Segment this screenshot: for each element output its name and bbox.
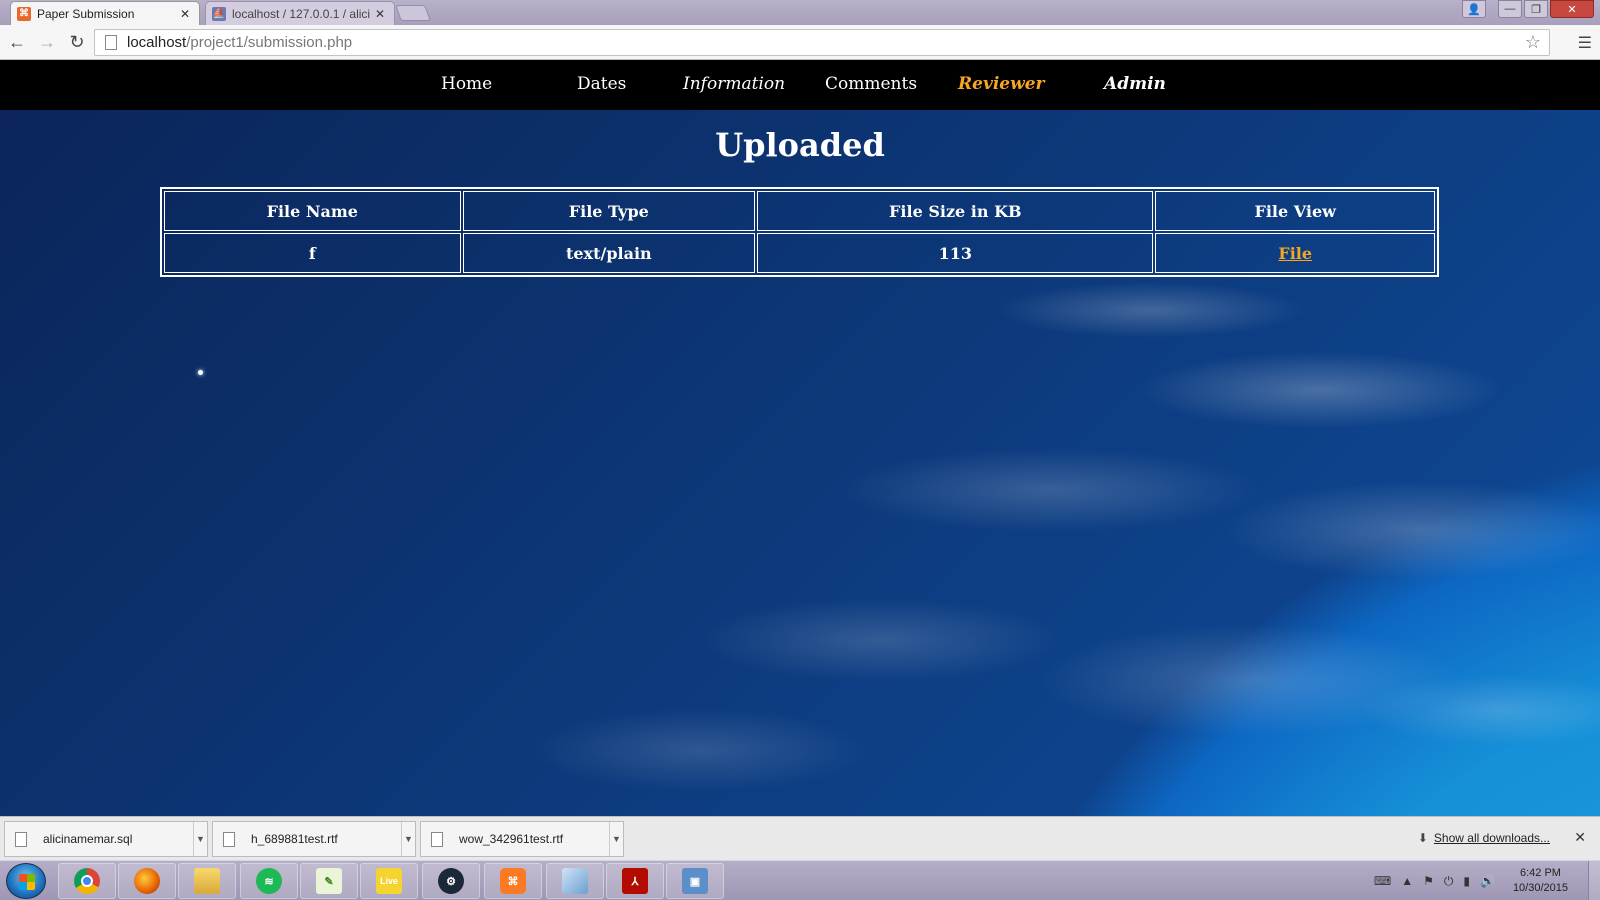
tray-icons: ⌨ ▲ ⚑ ⏻ ▮ 🔊 <box>1374 874 1495 889</box>
xampp-icon: ⌘ <box>17 6 31 21</box>
url-host: localhost <box>127 34 187 51</box>
url-path: /project1/submission.php <box>186 34 353 51</box>
page-viewport: Home Dates Information Comments Reviewer… <box>0 60 1600 816</box>
remote-desktop-icon[interactable]: ▣ <box>666 863 724 899</box>
nav-admin[interactable]: Admin <box>1104 74 1166 94</box>
close-tab-icon[interactable]: ✕ <box>179 8 191 20</box>
firefox-icon[interactable] <box>118 863 176 899</box>
clock-time: 6:42 PM <box>1519 867 1561 879</box>
maximize-button[interactable]: ❐ <box>1524 0 1548 18</box>
table-row: f text/plain 113 File <box>164 233 1435 273</box>
site-nav: Home Dates Information Comments Reviewer… <box>0 60 1600 110</box>
user-profile-icon[interactable]: 👤 <box>1462 0 1486 18</box>
tab-title: localhost / 127.0.0.1 / alici <box>232 6 371 21</box>
download-filename: alicinamemar.sql <box>43 832 133 846</box>
tab-paper-submission[interactable]: ⌘ Paper Submission ✕ <box>10 1 200 25</box>
uploads-table: File Name File Type File Size in KB File… <box>160 187 1439 277</box>
download-filename: wow_342961test.rtf <box>459 832 564 846</box>
steam-icon[interactable]: ⚙ <box>422 863 480 899</box>
notepad-plus-plus-icon[interactable]: ✎ <box>300 863 358 899</box>
file-icon <box>223 831 235 847</box>
show-desktop-button[interactable] <box>1588 861 1600 900</box>
nav-dates[interactable]: Dates <box>577 74 626 94</box>
hamburger-menu-icon[interactable]: ☰ <box>1578 33 1592 53</box>
downloads-bar: alicinamemar.sql ▼ h_689881test.rtf ▼ wo… <box>0 816 1600 860</box>
windows-live-icon[interactable]: Live <box>360 863 418 899</box>
window-controls: 👤 — ❐ ✕ <box>1462 0 1594 18</box>
header-file-size: File Size in KB <box>757 191 1154 231</box>
table-header-row: File Name File Type File Size in KB File… <box>164 191 1435 231</box>
cell-file-size: 113 <box>757 233 1154 273</box>
forward-button[interactable]: → <box>34 29 60 55</box>
file-view-link[interactable]: File <box>1278 244 1312 263</box>
close-downloads-bar-icon[interactable]: ✕ <box>1574 829 1586 846</box>
dropdown-arrow-icon[interactable]: ▼ <box>609 822 623 856</box>
header-file-view: File View <box>1155 191 1435 231</box>
show-hidden-icons-icon[interactable]: ▲ <box>1401 874 1413 889</box>
system-tray: ⌨ ▲ ⚑ ⏻ ▮ 🔊 6:42 PM 10/30/2015 <box>1374 861 1600 900</box>
page-title: Uploaded <box>715 126 885 164</box>
clock-date: 10/30/2015 <box>1512 882 1568 894</box>
spotify-icon[interactable]: ≋ <box>240 863 298 899</box>
page-icon <box>105 35 117 50</box>
browser-tabstrip: ⌘ Paper Submission ✕ ⛵ localhost / 127.0… <box>0 0 1600 25</box>
browser-toolbar: ← → ↻ localhost/project1/submission.php … <box>0 25 1600 60</box>
dropdown-arrow-icon[interactable]: ▼ <box>193 822 207 856</box>
volume-icon[interactable]: 🔊 <box>1480 874 1495 889</box>
nav-information[interactable]: Information <box>683 74 785 94</box>
show-all-downloads-link[interactable]: Show all downloads... <box>1434 831 1550 845</box>
minimize-button[interactable]: — <box>1498 0 1522 18</box>
download-arrow-icon: ⬇ <box>1417 831 1428 845</box>
new-tab-button[interactable] <box>395 5 431 21</box>
virtualbox-icon[interactable] <box>546 863 604 899</box>
xampp-icon[interactable]: ⌘ <box>484 863 542 899</box>
star-dot <box>198 370 203 375</box>
download-filename: h_689881test.rtf <box>251 832 338 846</box>
chrome-icon[interactable] <box>58 863 116 899</box>
cell-file-type: text/plain <box>462 233 756 273</box>
close-tab-icon[interactable]: ✕ <box>374 8 386 20</box>
windows-taskbar: ≋ ✎ Live ⚙ ⌘ ⅄ ▣ ⌨ ▲ ⚑ ⏻ ▮ 🔊 6:42 PM 10/… <box>0 860 1600 900</box>
tab-title: Paper Submission <box>37 6 135 21</box>
keyboard-icon[interactable]: ⌨ <box>1374 874 1391 889</box>
nav-home[interactable]: Home <box>441 74 492 94</box>
dropdown-arrow-icon[interactable]: ▼ <box>401 822 415 856</box>
file-explorer-icon[interactable] <box>178 863 236 899</box>
adobe-acrobat-icon[interactable]: ⅄ <box>606 863 664 899</box>
cell-file-view: File <box>1155 233 1435 273</box>
file-icon <box>431 831 443 847</box>
earth-background <box>0 60 1600 816</box>
phpmyadmin-icon: ⛵ <box>212 6 226 21</box>
header-file-type: File Type <box>462 191 756 231</box>
nav-reviewer[interactable]: Reviewer <box>958 74 1045 94</box>
address-bar[interactable]: localhost/project1/submission.php ☆ <box>94 29 1550 56</box>
file-icon <box>15 831 27 847</box>
bookmark-star-icon[interactable]: ☆ <box>1525 32 1541 53</box>
cell-file-name: f <box>164 233 461 273</box>
header-file-name: File Name <box>164 191 461 231</box>
reload-button[interactable]: ↻ <box>64 29 90 55</box>
download-item[interactable]: h_689881test.rtf ▼ <box>212 821 416 857</box>
download-item[interactable]: wow_342961test.rtf ▼ <box>420 821 624 857</box>
network-icon[interactable]: ▮ <box>1463 874 1470 889</box>
download-item[interactable]: alicinamemar.sql ▼ <box>4 821 208 857</box>
back-button[interactable]: ← <box>4 29 30 55</box>
system-clock[interactable]: 6:42 PM 10/30/2015 <box>1513 866 1568 896</box>
nav-comments[interactable]: Comments <box>825 74 917 94</box>
action-center-flag-icon[interactable]: ⚑ <box>1423 874 1434 889</box>
start-button[interactable] <box>6 863 46 899</box>
tab-phpmyadmin[interactable]: ⛵ localhost / 127.0.0.1 / alici ✕ <box>205 1 395 25</box>
close-window-button[interactable]: ✕ <box>1550 0 1594 18</box>
show-all-downloads[interactable]: ⬇ Show all downloads... <box>1418 831 1550 845</box>
power-icon[interactable]: ⏻ <box>1444 874 1454 889</box>
